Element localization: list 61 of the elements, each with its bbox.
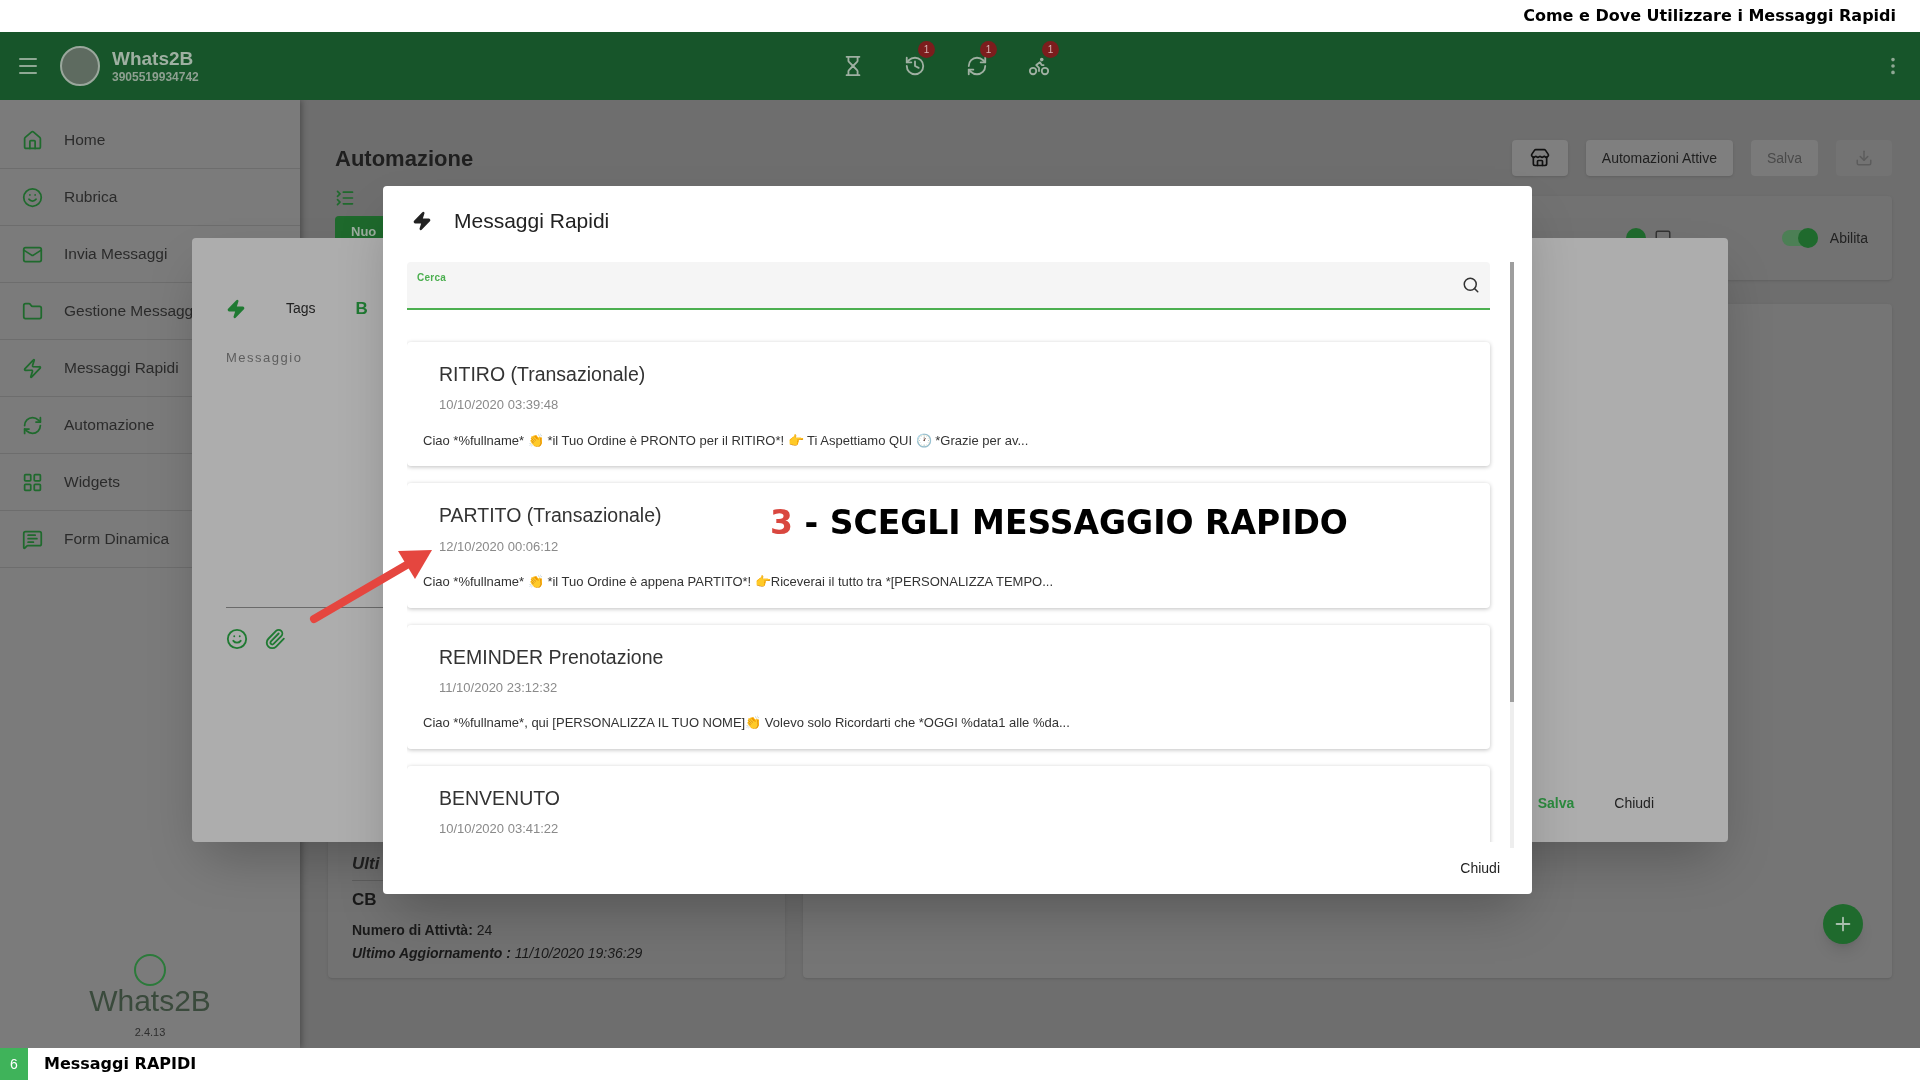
sync-icon[interactable]	[966, 55, 988, 77]
message-date: 11/10/2020 23:12:32	[439, 678, 558, 697]
face-icon	[22, 186, 43, 208]
notification-badge: 1	[980, 41, 997, 58]
message-title: BENVENUTO	[439, 785, 560, 811]
activity-count: Numero di Attivtà: 24	[352, 921, 494, 940]
home-icon	[22, 129, 43, 151]
close-button[interactable]: Chiudi	[1614, 793, 1654, 814]
history-icon[interactable]	[904, 55, 926, 77]
message-card[interactable]: REMINDER Prenotazione 11/10/2020 23:12:32 Ciao *%fullname*, qui [PERSONALIZZA IL TUO NOME]👏 Volevo solo Ricordarti che *OGGI %data1 alle %da...	[407, 624, 1490, 749]
bike-icon[interactable]	[1028, 55, 1050, 77]
toggle-label: Abilita	[1829, 228, 1868, 248]
search-field[interactable]: Cerca	[407, 262, 1490, 310]
summary-code: CB	[352, 888, 378, 911]
message-preview: Ciao *%fullname* 👏 *il Tuo Ordine è PRONTO per il RITIRO*! 👉 Ti Aspettiamo QUI 🕐 *Grazie per av...	[422, 431, 1030, 450]
grid-icon	[22, 471, 43, 493]
summary-title: Ulti	[352, 853, 381, 874]
search-icon[interactable]	[1462, 276, 1480, 294]
notification-badge: 1	[1042, 41, 1059, 58]
scrollbar[interactable]	[1510, 262, 1514, 848]
page-title: Automazione	[335, 144, 474, 173]
notification-badge: 1	[918, 41, 935, 58]
folder-icon	[22, 300, 43, 322]
phone-number: 3905519934742	[112, 70, 199, 86]
message-title: REMINDER Prenotazione	[439, 644, 664, 670]
download-icon	[1855, 149, 1873, 167]
message-preview: Ciao *%fullname*, qui [PERSONALIZZA IL TUO NOME]👏 Volevo solo Ricordarti che *OGGI %data1 alle %da...	[422, 714, 1071, 733]
active-automations-button[interactable]: Automazioni Attive	[1585, 140, 1733, 176]
video-title: Come e Dove Utilizzare i Messaggi Rapidi	[1523, 5, 1896, 27]
annotation-text: 3 - SCEGLI MESSAGGIO RAPIDO	[770, 503, 1348, 542]
message-date: 12/10/2020 00:06:12	[439, 537, 559, 556]
version-label: 2.4.13	[134, 1024, 166, 1040]
emoji-icon[interactable]	[226, 628, 248, 650]
last-update: Ultimo Aggiornamento : 11/10/2020 19:36:29	[352, 944, 644, 963]
message-card[interactable]: BENVENUTO 10/10/2020 03:41:22	[407, 765, 1490, 842]
store-button[interactable]	[1511, 140, 1568, 176]
bolt-icon	[22, 357, 43, 379]
bold-button[interactable]: B	[355, 296, 368, 322]
sidebar-item[interactable]: Home	[0, 112, 300, 169]
store-icon	[1529, 148, 1550, 168]
sync-icon	[22, 414, 43, 436]
message-date: 10/10/2020 03:41:22	[439, 820, 559, 838]
message-card[interactable]: RITIRO (Transazionale) 10/10/2020 03:39:48 Ciao *%fullname* 👏 *il Tuo Ordine è PRONTO per il RITIRO*! 👉 Ti Aspettiamo QUI 🕐 *Grazie per av...	[407, 342, 1490, 467]
message-preview: Ciao *%fullname* 👏 *il Tuo Ordine è appena PARTITO*! 👉Riceverai il tutto tra *[PERSONALIZZA TEMPO...	[422, 573, 1054, 591]
slide-title: Messaggi RAPIDI	[44, 1053, 197, 1075]
app-name: Whats2B	[112, 46, 195, 71]
enable-toggle[interactable]	[1781, 230, 1818, 246]
avatar	[60, 46, 100, 86]
bolt-icon	[412, 211, 432, 231]
close-button[interactable]: Chiudi	[1448, 853, 1512, 883]
attach-icon[interactable]	[264, 628, 286, 650]
message-icon	[22, 528, 43, 550]
message-title: PARTITO (Transazionale)	[439, 503, 662, 529]
slide-number: 6	[0, 1048, 28, 1080]
sidebar-item[interactable]: Rubrica	[0, 169, 300, 226]
message-date: 10/10/2020 03:39:48	[439, 396, 559, 415]
logo: Whats2B	[89, 953, 211, 1016]
message-title: RITIRO (Transazionale)	[439, 362, 646, 387]
dialog-title: Messaggi Rapidi	[454, 208, 610, 235]
bolt-icon[interactable]	[226, 298, 246, 319]
save-button[interactable]: Salva	[1537, 793, 1575, 814]
